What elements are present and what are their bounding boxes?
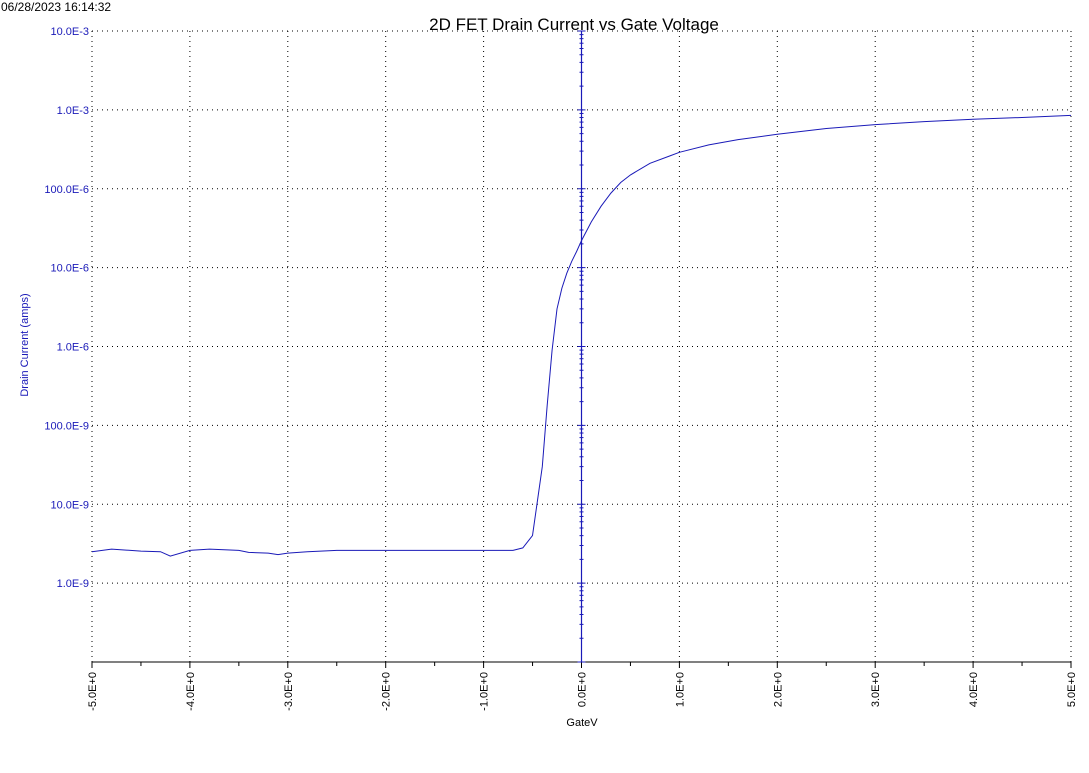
axes	[91, 30, 1072, 668]
x-tick-label: -1.0E+0	[479, 672, 491, 711]
x-tick-label: 1.0E+0	[674, 672, 686, 707]
y-tick-label: 10.0E-9	[50, 499, 89, 511]
x-tick-label: -4.0E+0	[185, 672, 197, 711]
x-axis-label: GateV	[566, 717, 598, 729]
x-tick-label: 2.0E+0	[772, 672, 784, 707]
x-tick-label: 0.0E+0	[577, 672, 589, 707]
chart: 2D FET Drain Current vs Gate Voltage 1.0…	[19, 15, 1078, 729]
x-tick-label: -2.0E+0	[381, 672, 393, 711]
y-tick-label: 100.0E-6	[44, 184, 89, 196]
y-tick-labels: 1.0E-9 10.0E-9 100.0E-9 1.0E-6 10.0E-6 100.0E…	[44, 26, 89, 590]
y-tick-label: 1.0E-3	[57, 105, 89, 117]
y-tick-label: 100.0E-9	[44, 420, 89, 432]
x-tick-label: -5.0E+0	[87, 672, 99, 711]
x-tick-label: -3.0E+0	[283, 672, 295, 711]
x-tick-label: 5.0E+0	[1066, 672, 1078, 707]
y-tick-label: 1.0E-9	[57, 578, 89, 590]
y-axis-label: Drain Current (amps)	[19, 293, 31, 396]
y-tick-label: 1.0E-6	[57, 342, 89, 354]
y-tick-label: 10.0E-6	[50, 263, 89, 275]
x-tick-labels: -5.0E+0 -4.0E+0 -3.0E+0 -2.0E+0 -1.0E+0 0.0E+…	[87, 672, 1078, 711]
x-tick-label: 4.0E+0	[968, 672, 980, 707]
x-tick-label: 3.0E+0	[870, 672, 882, 707]
y-tick-label: 10.0E-3	[50, 26, 89, 38]
